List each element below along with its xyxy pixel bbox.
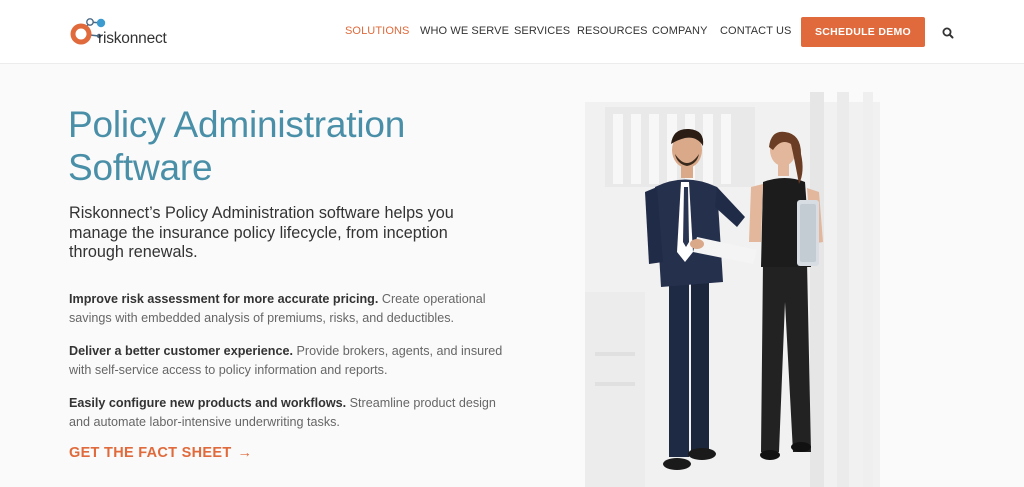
search-icon[interactable] (941, 26, 955, 40)
nav-who-we-serve[interactable]: WHO WE SERVE (420, 25, 509, 37)
benefit-item: Improve risk assessment for more accurat… (69, 290, 509, 328)
page-title: Policy Administration Software (68, 103, 528, 189)
page-title-line-2: Software (68, 147, 213, 188)
benefit-lead: Deliver a better customer experience. (69, 344, 293, 358)
nav-contact-us[interactable]: CONTACT US (720, 25, 792, 37)
benefit-lead: Easily configure new products and workfl… (69, 396, 347, 410)
nav-services[interactable]: SERVICES (514, 25, 570, 37)
schedule-demo-button[interactable]: SCHEDULE DEMO (801, 17, 925, 47)
benefit-lead: Improve risk assessment for more accurat… (69, 292, 379, 306)
intro-paragraph: Riskonnect’s Policy Administration softw… (69, 204, 454, 261)
get-fact-sheet-link[interactable]: GET THE FACT SHEET → (69, 445, 252, 461)
benefit-item: Deliver a better customer experience. Pr… (69, 342, 509, 380)
hero-photo (585, 92, 880, 487)
arrow-right-icon: → (237, 445, 253, 461)
logo[interactable]: riskonnect (68, 12, 188, 52)
site-header: riskonnect SOLUTIONS WHO WE SERVE SERVIC… (0, 0, 1024, 64)
nav-solutions[interactable]: SOLUTIONS (345, 25, 409, 37)
nav-resources[interactable]: RESOURCES (577, 25, 648, 37)
logo-wordmark: riskonnect (98, 30, 167, 47)
cta-label: GET THE FACT SHEET (69, 445, 232, 461)
page-title-line-1: Policy Administration (68, 104, 406, 145)
benefit-item: Easily configure new products and workfl… (69, 394, 509, 432)
nav-company[interactable]: COMPANY (652, 25, 708, 37)
